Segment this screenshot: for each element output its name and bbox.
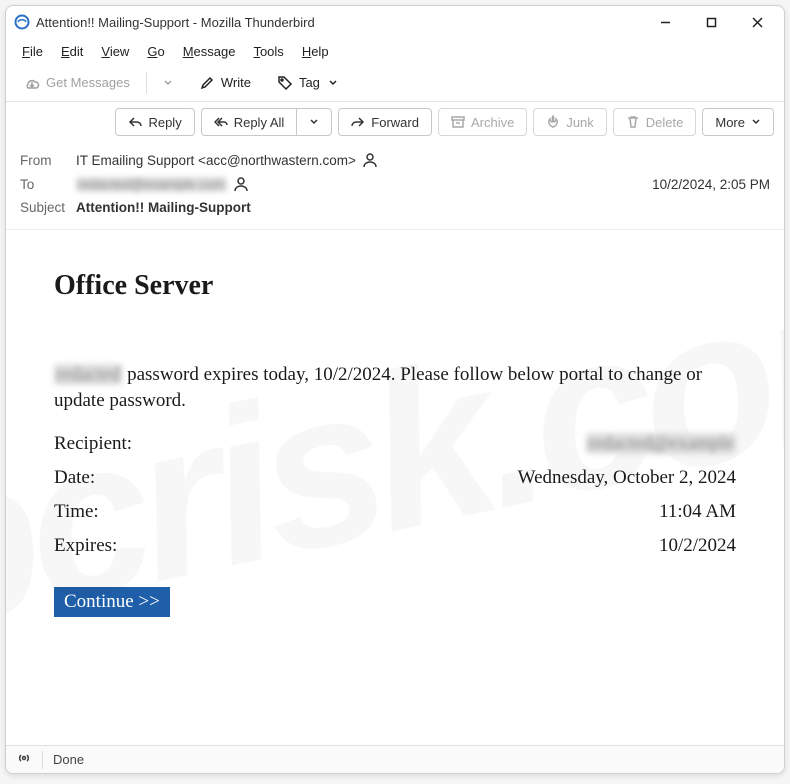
continue-button[interactable]: Continue >> bbox=[54, 587, 170, 617]
reply-all-button[interactable]: Reply All bbox=[201, 108, 297, 136]
junk-button[interactable]: Junk bbox=[533, 108, 606, 136]
separator bbox=[146, 72, 147, 94]
more-button[interactable]: More bbox=[702, 108, 774, 136]
body-details-table: Recipient: redacted@example Date: Wednes… bbox=[54, 427, 736, 563]
tag-button[interactable]: Tag bbox=[267, 69, 348, 97]
reply-button[interactable]: Reply bbox=[115, 108, 194, 136]
trash-icon bbox=[626, 115, 640, 129]
tag-icon bbox=[277, 75, 293, 91]
header-from-row: From IT Emailing Support <acc@northwaste… bbox=[20, 148, 770, 172]
body-message-text: password expires today, 10/2/2024. Pleas… bbox=[54, 364, 702, 411]
delete-label: Delete bbox=[646, 115, 684, 130]
subject-label: Subject bbox=[20, 200, 76, 215]
get-messages-dropdown[interactable] bbox=[153, 69, 183, 97]
time-label: Time: bbox=[54, 501, 194, 523]
flame-icon bbox=[546, 115, 560, 129]
date-value: Wednesday, October 2, 2024 bbox=[518, 467, 736, 489]
row-time: Time: 11:04 AM bbox=[54, 495, 736, 529]
thunderbird-icon bbox=[14, 14, 30, 30]
menu-view[interactable]: View bbox=[93, 42, 137, 61]
row-date: Date: Wednesday, October 2, 2024 bbox=[54, 461, 736, 495]
body-redacted-user: redacted bbox=[54, 364, 122, 385]
message-actions-toolbar: Reply Reply All Forward Archive Junk Del… bbox=[6, 102, 784, 142]
expires-label: Expires: bbox=[54, 535, 194, 557]
header-to-row: To redacted@example.com 10/2/2024, 2:05 … bbox=[20, 172, 770, 196]
more-label: More bbox=[715, 115, 745, 130]
recipient-label: Recipient: bbox=[54, 433, 194, 455]
body-heading: Office Server bbox=[54, 270, 736, 302]
menu-tools[interactable]: Tools bbox=[245, 42, 291, 61]
forward-button[interactable]: Forward bbox=[338, 108, 432, 136]
junk-label: Junk bbox=[566, 115, 593, 130]
archive-button[interactable]: Archive bbox=[438, 108, 527, 136]
main-toolbar: Get Messages Write Tag bbox=[6, 64, 784, 102]
reply-label: Reply bbox=[148, 115, 181, 130]
separator bbox=[42, 751, 43, 769]
archive-icon bbox=[451, 115, 465, 129]
row-recipient: Recipient: redacted@example bbox=[54, 427, 736, 461]
time-value: 11:04 AM bbox=[659, 501, 736, 523]
contact-icon[interactable] bbox=[362, 152, 378, 168]
expires-value: 10/2/2024 bbox=[659, 535, 736, 557]
reply-all-icon bbox=[214, 115, 228, 129]
menu-go[interactable]: Go bbox=[139, 42, 172, 61]
menubar: File Edit View Go Message Tools Help bbox=[6, 38, 784, 64]
write-button[interactable]: Write bbox=[189, 69, 261, 97]
message-headers: From IT Emailing Support <acc@northwaste… bbox=[6, 142, 784, 230]
get-messages-label: Get Messages bbox=[46, 75, 130, 90]
window-title: Attention!! Mailing-Support - Mozilla Th… bbox=[36, 15, 642, 30]
contact-icon[interactable] bbox=[233, 176, 249, 192]
tag-label: Tag bbox=[299, 75, 320, 90]
chevron-down-icon bbox=[328, 78, 338, 88]
chevron-down-icon bbox=[309, 117, 319, 127]
forward-icon bbox=[351, 115, 365, 129]
reply-all-label: Reply All bbox=[234, 115, 285, 130]
pencil-icon bbox=[199, 75, 215, 91]
body-message: redacted password expires today, 10/2/20… bbox=[54, 362, 736, 413]
minimize-button[interactable] bbox=[642, 7, 688, 37]
to-label: To bbox=[20, 177, 76, 192]
maximize-button[interactable] bbox=[688, 7, 734, 37]
archive-label: Archive bbox=[471, 115, 514, 130]
write-label: Write bbox=[221, 75, 251, 90]
close-button[interactable] bbox=[734, 7, 780, 37]
recipient-value-redacted: redacted@example bbox=[586, 433, 736, 454]
statusbar: Done bbox=[6, 745, 784, 773]
row-expires: Expires: 10/2/2024 bbox=[54, 529, 736, 563]
menu-edit[interactable]: Edit bbox=[53, 42, 91, 61]
header-datetime: 10/2/2024, 2:05 PM bbox=[652, 177, 770, 192]
subject-value: Attention!! Mailing-Support bbox=[76, 200, 770, 215]
chevron-down-icon bbox=[163, 78, 173, 88]
from-label: From bbox=[20, 153, 76, 168]
chevron-down-icon bbox=[751, 117, 761, 127]
forward-label: Forward bbox=[371, 115, 419, 130]
header-subject-row: Subject Attention!! Mailing-Support bbox=[20, 196, 770, 219]
menu-file[interactable]: File bbox=[14, 42, 51, 61]
menu-help[interactable]: Help bbox=[294, 42, 337, 61]
reply-all-dropdown[interactable] bbox=[296, 108, 332, 136]
from-value[interactable]: IT Emailing Support <acc@northwastern.co… bbox=[76, 153, 356, 168]
application-window: Attention!! Mailing-Support - Mozilla Th… bbox=[5, 5, 785, 774]
delete-button[interactable]: Delete bbox=[613, 108, 697, 136]
to-value-redacted[interactable]: redacted@example.com bbox=[76, 177, 227, 192]
broadcast-icon[interactable] bbox=[16, 750, 32, 769]
reply-icon bbox=[128, 115, 142, 129]
titlebar: Attention!! Mailing-Support - Mozilla Th… bbox=[6, 6, 784, 38]
menu-message[interactable]: Message bbox=[175, 42, 244, 61]
date-label: Date: bbox=[54, 467, 194, 489]
message-body: pcrisk.com Office Server redacted passwo… bbox=[6, 230, 784, 723]
get-messages-button[interactable]: Get Messages bbox=[14, 69, 140, 97]
status-text: Done bbox=[53, 752, 84, 767]
download-cloud-icon bbox=[24, 75, 40, 91]
